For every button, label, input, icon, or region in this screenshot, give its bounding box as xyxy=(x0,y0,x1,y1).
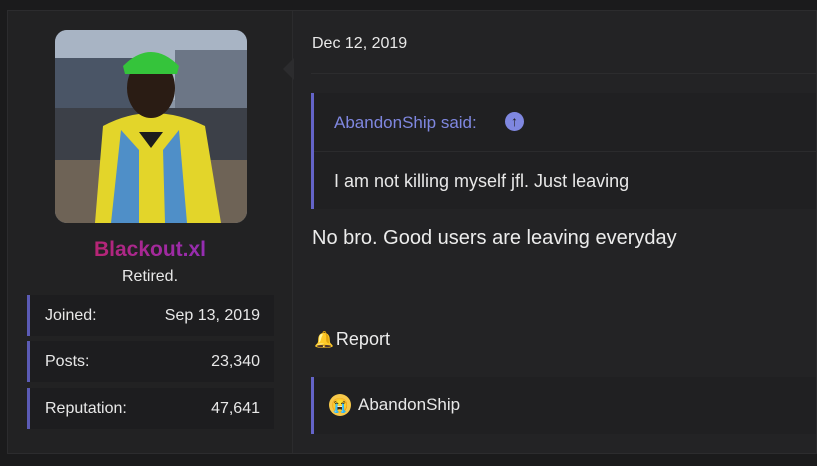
stat-posts: Posts: 23,340 xyxy=(27,341,274,382)
post-date[interactable]: Dec 12, 2019 xyxy=(312,35,407,53)
stat-label: Posts: xyxy=(45,353,90,370)
user-title: Retired. xyxy=(121,268,179,285)
avatar-image xyxy=(55,30,247,223)
post-main: Dec 12, 2019 AbandonShip said: ↑ I am no… xyxy=(292,11,816,453)
user-sidebar: Blackout.xl Retired. Joined: Sep 13, 201… xyxy=(8,11,293,453)
stat-reputation: Reputation: 47,641 xyxy=(27,388,274,429)
quote-author[interactable]: AbandonShip said: xyxy=(334,113,477,133)
stat-label: Reputation: xyxy=(45,400,127,417)
stat-joined: Joined: Sep 13, 2019 xyxy=(27,295,274,336)
divider xyxy=(311,73,816,74)
avatar[interactable] xyxy=(55,30,247,223)
post-container: Blackout.xl Retired. Joined: Sep 13, 201… xyxy=(7,10,817,454)
stat-value: 47,641 xyxy=(211,400,260,417)
reactions-bar: 😭 AbandonShip xyxy=(311,377,816,434)
stat-value: Sep 13, 2019 xyxy=(164,307,260,324)
post-message: No bro. Good users are leaving everyday xyxy=(312,227,677,249)
bell-icon: 🔔 xyxy=(314,332,334,349)
stat-label: Joined: xyxy=(45,307,97,324)
report-link[interactable]: 🔔 Report xyxy=(314,329,390,350)
quote-header[interactable]: AbandonShip said: ↑ xyxy=(314,93,816,152)
stat-value: 23,340 xyxy=(211,353,260,370)
arrow-up-icon[interactable]: ↑ xyxy=(505,112,524,131)
reaction-user[interactable]: AbandonShip xyxy=(358,395,460,415)
quote-block: AbandonShip said: ↑ I am not killing mys… xyxy=(311,93,816,209)
crying-emoji-icon: 😭 xyxy=(329,394,351,416)
report-label: Report xyxy=(335,329,390,349)
username[interactable]: Blackout.xl xyxy=(8,238,292,262)
quote-text: I am not killing myself jfl. Just leavin… xyxy=(334,171,630,191)
